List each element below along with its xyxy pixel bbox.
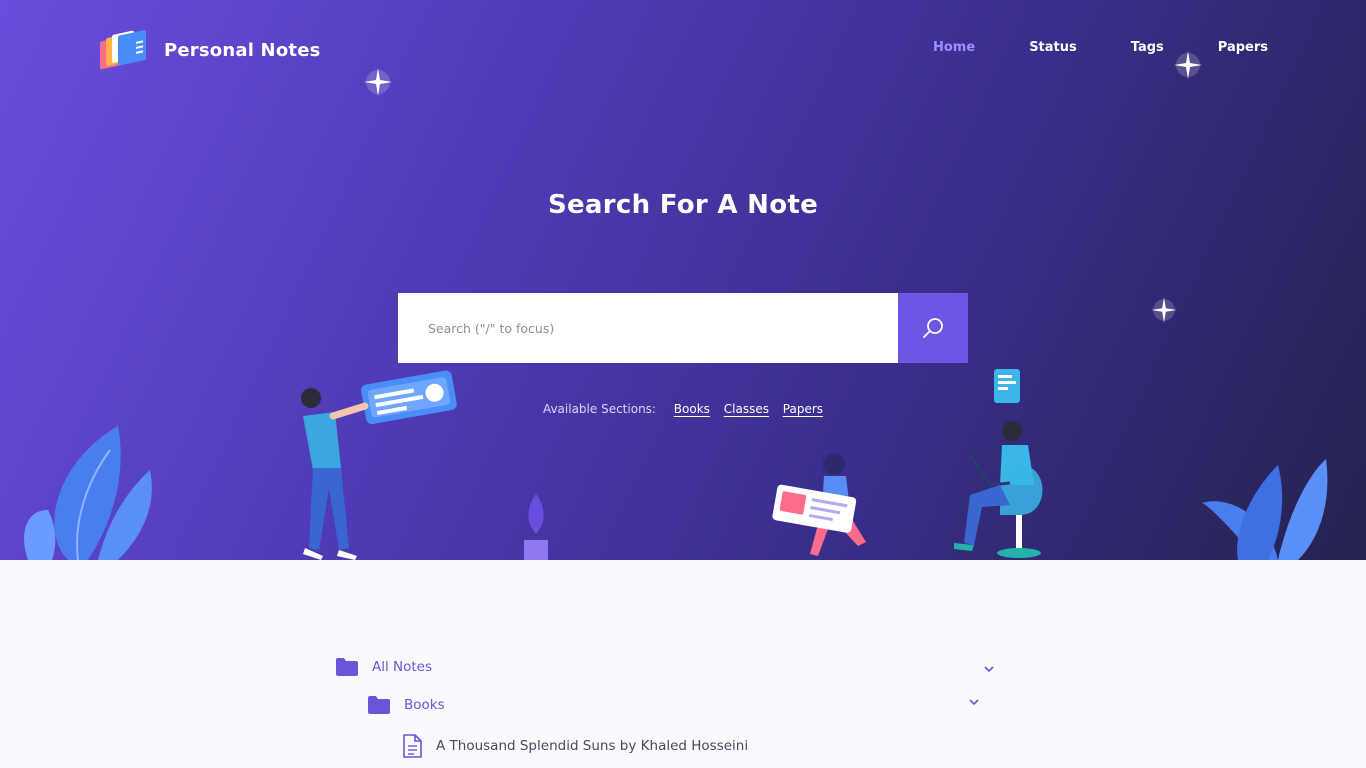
section-link-classes[interactable]: Classes: [724, 402, 769, 416]
tree-folder-label: Books: [404, 697, 445, 713]
top-nav: Home Status Tags Papers: [879, 38, 1268, 57]
person-holding-card-illustration: [301, 370, 457, 560]
search-input[interactable]: [398, 293, 898, 363]
person-with-document-illustration: [772, 453, 866, 556]
sections-label: Available Sections:: [542, 402, 656, 416]
section-link-books[interactable]: Books: [674, 402, 710, 416]
tree-folder-all-notes[interactable]: All Notes: [336, 658, 432, 676]
folder-icon: [368, 696, 390, 714]
sparkle-icon: [1151, 297, 1177, 323]
nav-papers[interactable]: Papers: [1218, 38, 1268, 57]
sparkle-icon: [364, 68, 392, 96]
app-title: Personal Notes: [164, 39, 321, 61]
tree-document-item[interactable]: A Thousand Splendid Suns by Khaled Hosse…: [402, 734, 748, 758]
nav-home[interactable]: Home: [933, 38, 975, 57]
tree-folder-books[interactable]: Books: [368, 696, 445, 714]
plant-illustration-right: [1202, 459, 1328, 560]
stacked-books-icon: [100, 30, 146, 70]
search-icon: [923, 318, 943, 338]
available-sections: Available Sections: Books Classes Papers: [0, 402, 1366, 416]
document-icon: [403, 734, 422, 758]
tree-document-label: A Thousand Splendid Suns by Khaled Hosse…: [436, 738, 749, 754]
folder-icon: [336, 658, 358, 676]
search-bar: [398, 293, 968, 363]
section-link-papers[interactable]: Papers: [783, 402, 823, 416]
person-with-laptop-illustration: [954, 369, 1043, 558]
logo[interactable]: Personal Notes: [98, 24, 321, 76]
chevron-down-icon[interactable]: [983, 664, 995, 674]
chevron-down-icon[interactable]: [968, 697, 980, 707]
nav-tags[interactable]: Tags: [1131, 38, 1164, 57]
nav-status[interactable]: Status: [1029, 38, 1077, 57]
plant-illustration-left: [24, 426, 152, 560]
page-title: Search For A Note: [547, 190, 819, 220]
tree-folder-label: All Notes: [372, 659, 433, 675]
sparkle-icon: [1174, 51, 1202, 79]
potted-plant-illustration: [524, 494, 548, 560]
search-button[interactable]: [898, 293, 968, 363]
hero-banner: Personal Notes Home Status Tags Papers S…: [0, 0, 1366, 560]
